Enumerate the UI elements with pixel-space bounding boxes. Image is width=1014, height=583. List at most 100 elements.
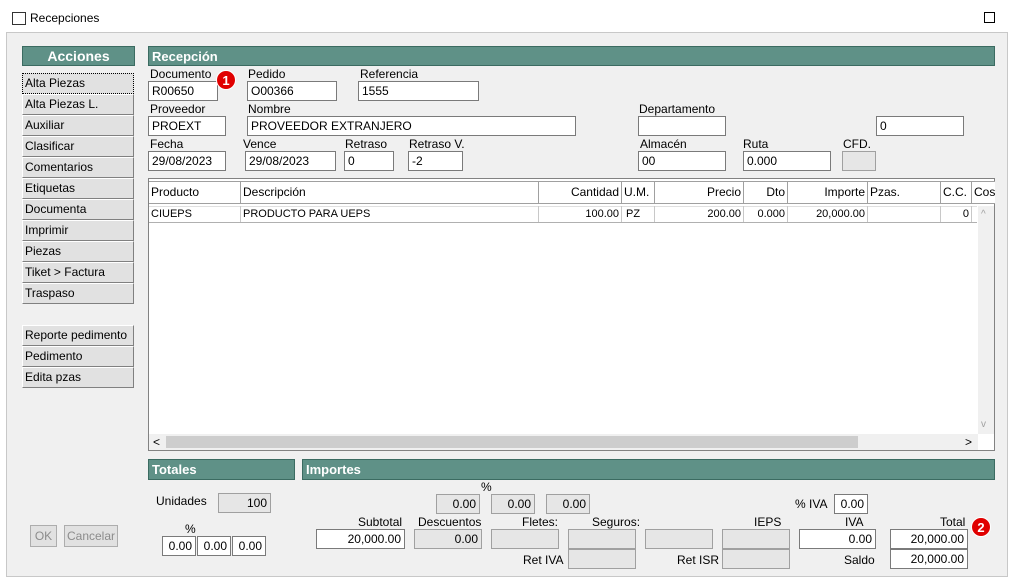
pedido-label: Pedido — [248, 67, 286, 81]
fecha-field[interactable]: 29/08/2023 — [148, 151, 226, 171]
departamento-field[interactable] — [638, 116, 726, 136]
sidebar-item-alta-piezas-l[interactable]: Alta Piezas L. — [22, 94, 134, 115]
col-header-dto[interactable]: Dto — [744, 181, 788, 204]
cfd-label: CFD. — [843, 137, 871, 151]
totales-pct-2[interactable]: 0.00 — [197, 536, 231, 556]
col-header-cc[interactable]: C.C. — [941, 181, 972, 204]
iva-label: IVA — [845, 515, 864, 529]
importes-pct-3: 0.00 — [546, 494, 590, 514]
total-field[interactable]: 20,000.00 — [890, 529, 968, 549]
seguros-field — [568, 529, 636, 549]
importes-pct-1: 0.00 — [436, 494, 480, 514]
nombre-label: Nombre — [248, 102, 291, 116]
subtotal-label: Subtotal — [358, 515, 403, 529]
col-header-cos[interactable]: Cos — [972, 181, 995, 204]
retraso-field[interactable]: 0 — [344, 151, 394, 171]
fletes-field — [491, 529, 559, 549]
items-grid[interactable]: Producto Descripción Cantidad U.M. Preci… — [148, 178, 995, 451]
sidebar-item-auxiliar[interactable]: Auxiliar — [22, 115, 134, 136]
cell-precio: 200.00 — [655, 206, 744, 222]
sidebar-item-pedimento[interactable]: Pedimento — [22, 346, 134, 367]
col-header-pzas[interactable]: Pzas. — [868, 181, 941, 204]
cell-dto: 0.000 — [744, 206, 788, 222]
sidebar-item-documenta[interactable]: Documenta — [22, 199, 134, 220]
iva-pct-label: % IVA — [795, 497, 828, 511]
recepciones-window: Recepciones Acciones Alta Piezas Alta Pi… — [0, 0, 1014, 583]
col-header-descripcion[interactable]: Descripción — [241, 181, 539, 204]
cell-pzas — [868, 206, 941, 222]
totales-pct-3[interactable]: 0.00 — [232, 536, 266, 556]
cancel-button[interactable]: Cancelar — [64, 525, 118, 547]
cell-producto: CIUEPS — [149, 206, 241, 222]
sidebar-item-comentarios[interactable]: Comentarios — [22, 157, 134, 178]
ruta-field[interactable]: 0.000 — [743, 151, 831, 171]
iva-pct-field[interactable]: 0.00 — [834, 494, 868, 514]
totales-pct-1[interactable]: 0.00 — [162, 536, 196, 556]
saldo-field[interactable]: 20,000.00 — [890, 549, 968, 569]
pedido-field[interactable]: O00366 — [247, 81, 337, 101]
annotation-badge-2: 2 — [971, 517, 991, 537]
vence-label: Vence — [243, 137, 277, 151]
cell-importe: 20,000.00 — [788, 206, 868, 222]
sidebar-item-alta-piezas[interactable]: Alta Piezas — [22, 73, 134, 94]
retraso-v-label: Retraso V. — [409, 137, 465, 151]
referencia-label: Referencia — [360, 67, 419, 81]
window-title: Recepciones — [30, 11, 100, 25]
descuentos-label: Descuentos — [418, 515, 482, 529]
ieps-field — [722, 529, 790, 549]
scroll-up-icon[interactable]: ^ — [981, 209, 986, 220]
retraso-v-field[interactable]: -2 — [408, 151, 463, 171]
sidebar-item-imprimir[interactable]: Imprimir — [22, 220, 134, 241]
ret-iva-field — [568, 549, 636, 569]
importes-pct-label: % — [481, 480, 492, 494]
sidebar-item-tiket-factura[interactable]: Tiket > Factura — [22, 262, 134, 283]
documento-field[interactable]: R00650 — [148, 81, 218, 101]
window-icon — [12, 12, 26, 25]
retraso-label: Retraso — [345, 137, 388, 151]
fecha-label: Fecha — [150, 137, 184, 151]
recepcion-header: Recepción — [148, 46, 995, 66]
sidebar-item-clasificar[interactable]: Clasificar — [22, 136, 134, 157]
annotation-badge-1: 1 — [216, 70, 236, 90]
horizontal-scroll-thumb[interactable] — [166, 436, 858, 448]
cell-descripcion: PRODUCTO PARA UEPS — [241, 206, 539, 222]
col-header-um[interactable]: U.M. — [622, 181, 655, 204]
unidades-label: Unidades — [156, 494, 207, 508]
cell-cantidad: 100.00 — [539, 206, 622, 222]
extra-field — [645, 529, 713, 549]
maximize-button[interactable] — [984, 12, 995, 23]
nombre-field[interactable]: PROVEEDOR EXTRANJERO — [247, 116, 576, 136]
documento-label: Documento — [150, 67, 212, 81]
col-header-producto[interactable]: Producto — [149, 181, 241, 204]
col-header-importe[interactable]: Importe — [788, 181, 868, 204]
sidebar-item-piezas[interactable]: Piezas — [22, 241, 134, 262]
vence-field[interactable]: 29/08/2023 — [245, 151, 336, 171]
sidebar-item-traspaso[interactable]: Traspaso — [22, 283, 134, 304]
almacen-field[interactable]: 00 — [638, 151, 726, 171]
ruta-label: Ruta — [743, 137, 769, 151]
ret-isr-label: Ret ISR — [677, 553, 720, 567]
acciones-header: Acciones — [22, 46, 135, 66]
ok-button[interactable]: OK — [30, 525, 57, 547]
cell-cc: 0 — [941, 206, 972, 222]
col-header-cantidad[interactable]: Cantidad — [539, 181, 622, 204]
almacen-label: Almacén — [640, 137, 687, 151]
importes-header: Importes — [302, 459, 995, 480]
referencia-field[interactable]: 1555 — [358, 81, 479, 101]
vertical-scrollbar[interactable] — [978, 206, 994, 434]
sidebar-item-edita-pzas[interactable]: Edita pzas — [22, 367, 134, 388]
departamento-extra-field[interactable]: 0 — [876, 116, 964, 136]
proveedor-field[interactable]: PROEXT — [148, 116, 226, 136]
sidebar-item-reporte-pedimento[interactable]: Reporte pedimento — [22, 325, 134, 346]
iva-field[interactable]: 0.00 — [799, 529, 876, 549]
sidebar-item-etiquetas[interactable]: Etiquetas — [22, 178, 134, 199]
col-header-precio[interactable]: Precio — [655, 181, 744, 204]
scroll-down-icon[interactable]: v — [981, 419, 986, 430]
scroll-left-icon[interactable]: < — [153, 435, 160, 449]
scroll-right-icon[interactable]: > — [965, 435, 972, 449]
ret-isr-field — [722, 549, 790, 569]
total-label: Total — [940, 515, 966, 529]
cfd-field — [842, 151, 876, 171]
subtotal-field[interactable]: 20,000.00 — [316, 529, 405, 549]
seguros-label: Seguros: — [592, 515, 641, 529]
